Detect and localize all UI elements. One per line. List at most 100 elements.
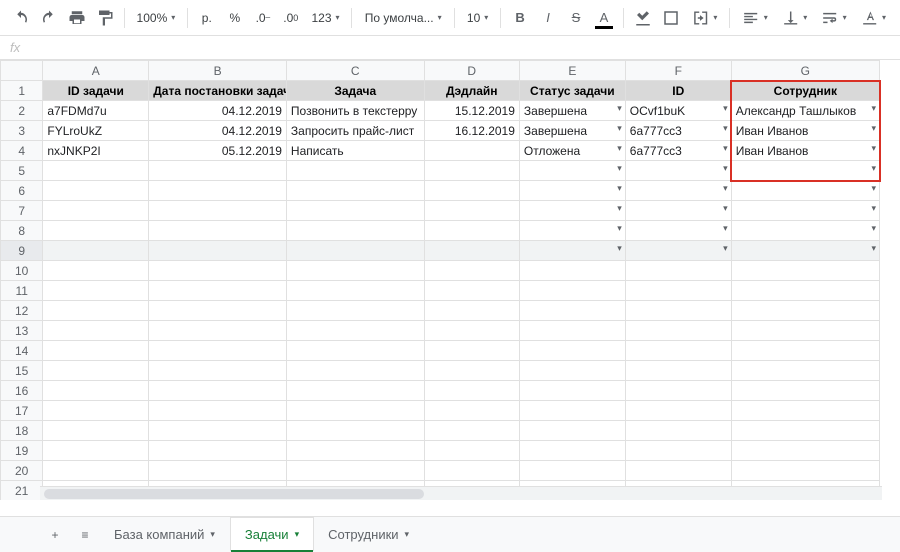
cell-E7[interactable]: [519, 201, 625, 221]
cell-E10[interactable]: [519, 261, 625, 281]
cell-B13[interactable]: [149, 321, 287, 341]
cell-A19[interactable]: [43, 441, 149, 461]
undo-button[interactable]: [8, 5, 34, 31]
cell-G5[interactable]: [731, 161, 879, 181]
cell-B8[interactable]: [149, 221, 287, 241]
row-header-9[interactable]: 9: [1, 241, 43, 261]
cell-A7[interactable]: [43, 201, 149, 221]
cell-D1[interactable]: Дэдлайн: [424, 81, 519, 101]
cell-B15[interactable]: [149, 361, 287, 381]
row-header-6[interactable]: 6: [1, 181, 43, 201]
cell-G15[interactable]: [731, 361, 879, 381]
cell-E5[interactable]: [519, 161, 625, 181]
more-formats-dropdown[interactable]: 123▾: [306, 5, 345, 31]
cell-G20[interactable]: [731, 461, 879, 481]
bold-button[interactable]: B: [507, 5, 533, 31]
cell-C3[interactable]: Запросить прайс-лист: [286, 121, 424, 141]
row-header-1[interactable]: 1: [1, 81, 43, 101]
cell-E8[interactable]: [519, 221, 625, 241]
cell-D7[interactable]: [424, 201, 519, 221]
cell-F7[interactable]: [625, 201, 731, 221]
cell-A20[interactable]: [43, 461, 149, 481]
cell-C16[interactable]: [286, 381, 424, 401]
format-percent-button[interactable]: %: [222, 5, 248, 31]
cell-C17[interactable]: [286, 401, 424, 421]
cell-D9[interactable]: [424, 241, 519, 261]
cell-F4[interactable]: 6a777cc3: [625, 141, 731, 161]
cell-B9[interactable]: [149, 241, 287, 261]
cell-C12[interactable]: [286, 301, 424, 321]
cell-E16[interactable]: [519, 381, 625, 401]
cell-D2[interactable]: 15.12.2019: [424, 101, 519, 121]
cell-D8[interactable]: [424, 221, 519, 241]
cell-A6[interactable]: [43, 181, 149, 201]
text-rotation-dropdown[interactable]: ▾: [855, 5, 892, 31]
cell-F15[interactable]: [625, 361, 731, 381]
cell-E13[interactable]: [519, 321, 625, 341]
row-header-5[interactable]: 5: [1, 161, 43, 181]
cell-G17[interactable]: [731, 401, 879, 421]
cell-C14[interactable]: [286, 341, 424, 361]
cell-D5[interactable]: [424, 161, 519, 181]
cell-E14[interactable]: [519, 341, 625, 361]
cell-F8[interactable]: [625, 221, 731, 241]
cell-G4[interactable]: Иван Иванов: [731, 141, 879, 161]
cell-B1[interactable]: Дата постановки задачи: [149, 81, 287, 101]
cell-C10[interactable]: [286, 261, 424, 281]
cell-A9[interactable]: [43, 241, 149, 261]
cell-B3[interactable]: 04.12.2019: [149, 121, 287, 141]
cell-G14[interactable]: [731, 341, 879, 361]
cell-E6[interactable]: [519, 181, 625, 201]
add-sheet-button[interactable]: +: [40, 520, 70, 550]
print-button[interactable]: [64, 5, 90, 31]
cell-B16[interactable]: [149, 381, 287, 401]
cell-D13[interactable]: [424, 321, 519, 341]
cell-D4[interactable]: [424, 141, 519, 161]
cell-F12[interactable]: [625, 301, 731, 321]
cell-F6[interactable]: [625, 181, 731, 201]
column-header-B[interactable]: B: [149, 61, 287, 81]
cell-B4[interactable]: 05.12.2019: [149, 141, 287, 161]
row-header-8[interactable]: 8: [1, 221, 43, 241]
cell-A16[interactable]: [43, 381, 149, 401]
paint-format-button[interactable]: [92, 5, 118, 31]
cell-C7[interactable]: [286, 201, 424, 221]
cell-F20[interactable]: [625, 461, 731, 481]
redo-button[interactable]: [36, 5, 62, 31]
cell-F17[interactable]: [625, 401, 731, 421]
format-currency-button[interactable]: р.: [194, 5, 220, 31]
row-header-4[interactable]: 4: [1, 141, 43, 161]
formula-input[interactable]: [50, 36, 900, 59]
sheet-tab-База компаний[interactable]: База компаний▾: [100, 518, 230, 552]
row-header-12[interactable]: 12: [1, 301, 43, 321]
cell-E15[interactable]: [519, 361, 625, 381]
font-size-dropdown[interactable]: 10▾: [461, 5, 494, 31]
horizontal-align-dropdown[interactable]: ▾: [736, 5, 773, 31]
cell-A18[interactable]: [43, 421, 149, 441]
row-header-2[interactable]: 2: [1, 101, 43, 121]
sheet-tab-Задачи[interactable]: Задачи▾: [230, 517, 314, 551]
horizontal-scrollbar[interactable]: [40, 486, 882, 500]
cell-F13[interactable]: [625, 321, 731, 341]
cell-D12[interactable]: [424, 301, 519, 321]
cell-C2[interactable]: Позвонить в текстерру: [286, 101, 424, 121]
cell-G9[interactable]: [731, 241, 879, 261]
row-header-3[interactable]: 3: [1, 121, 43, 141]
cell-A13[interactable]: [43, 321, 149, 341]
cell-E20[interactable]: [519, 461, 625, 481]
cell-D3[interactable]: 16.12.2019: [424, 121, 519, 141]
cell-F16[interactable]: [625, 381, 731, 401]
cell-F19[interactable]: [625, 441, 731, 461]
cell-D20[interactable]: [424, 461, 519, 481]
cell-A5[interactable]: [43, 161, 149, 181]
cell-G12[interactable]: [731, 301, 879, 321]
cell-E9[interactable]: [519, 241, 625, 261]
cell-A14[interactable]: [43, 341, 149, 361]
all-sheets-button[interactable]: ≡: [70, 520, 100, 550]
cell-C4[interactable]: Написать: [286, 141, 424, 161]
cell-D18[interactable]: [424, 421, 519, 441]
cell-B12[interactable]: [149, 301, 287, 321]
cell-C13[interactable]: [286, 321, 424, 341]
column-header-D[interactable]: D: [424, 61, 519, 81]
cell-G8[interactable]: [731, 221, 879, 241]
